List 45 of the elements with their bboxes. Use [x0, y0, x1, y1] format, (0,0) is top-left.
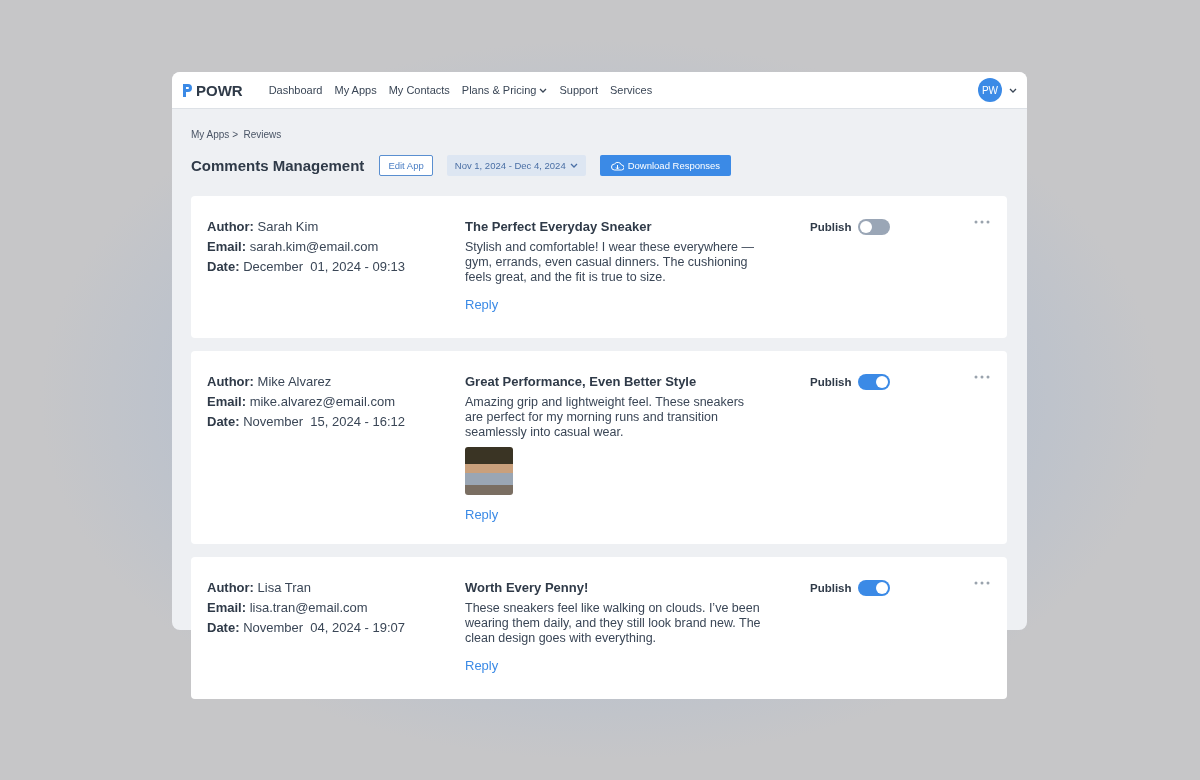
- nav-link[interactable]: Services: [609, 84, 653, 96]
- review-title: Great Performance, Even Better Style: [465, 374, 698, 389]
- nav-link[interactable]: Dashboard: [268, 84, 323, 96]
- email-text: Email: mike.alvarez@email.com: [207, 394, 397, 409]
- nav-link[interactable]: My Contacts: [388, 84, 450, 96]
- author-text: Author: Sarah Kim: [207, 219, 320, 234]
- date-range-dropdown[interactable]: Nov 1, 2024 - Dec 4, 2024: [446, 155, 586, 176]
- date-text: Date: November 15, 2024 - 16:12: [207, 414, 406, 429]
- review-title: Worth Every Penny!: [465, 580, 590, 595]
- nav-link[interactable]: My Apps: [334, 84, 377, 96]
- reply-link[interactable]: Reply: [465, 297, 499, 312]
- caret-icon: [569, 163, 578, 168]
- review-title: The Perfect Everyday Sneaker: [465, 219, 653, 234]
- more-options-icon[interactable]: [974, 220, 990, 224]
- cloud-download-icon: [610, 160, 624, 171]
- author-text: Author: Mike Alvarez: [207, 374, 333, 389]
- more-options-icon[interactable]: [974, 375, 990, 379]
- author-text: Author: Lisa Tran: [207, 580, 313, 595]
- publish-label: Publish: [810, 221, 852, 233]
- review-text: Amazing grip and lightweight feel. These sneakers are perfect for my morning runs and transition seamlessly into casual wear.: [465, 395, 746, 440]
- date-text: Date: November 04, 2024 - 19:07: [207, 620, 406, 635]
- caret-icon: [539, 87, 548, 93]
- avatar[interactable]: PW: [978, 78, 1002, 102]
- edit-app-button[interactable]: Edit App: [379, 155, 433, 176]
- review-text: These sneakers feel like walking on clouds. I’ve been wearing them daily, and they still look brand new. The clean design goes with everything.: [465, 601, 762, 646]
- download-button[interactable]: Download Responses: [599, 155, 732, 176]
- reply-link[interactable]: Reply: [465, 507, 499, 522]
- breadcrumb: My Apps > Reviews: [191, 129, 283, 140]
- reply-link[interactable]: Reply: [465, 658, 499, 673]
- email-text: Email: sarah.kim@email.com: [207, 239, 380, 254]
- nav-link[interactable]: Plans & Pricing: [461, 84, 548, 96]
- review-text: Stylish and comfortable! I wear these everywhere —gym, errands, even casual dinners. The cushioning feels great, and the fit is true to size.: [465, 240, 756, 285]
- more-options-icon[interactable]: [974, 581, 990, 585]
- email-text: Email: lisa.tran@email.com: [207, 600, 369, 615]
- caret-icon[interactable]: [1009, 87, 1017, 93]
- date-text: Date: December 01, 2024 - 09:13: [207, 259, 406, 274]
- logo-icon: [181, 82, 193, 98]
- publish-label: Publish: [810, 582, 852, 594]
- publish-toggle[interactable]: [857, 580, 890, 596]
- logo-text: POWR: [196, 81, 243, 99]
- nav-link[interactable]: Support: [559, 84, 598, 96]
- publish-toggle[interactable]: [857, 219, 890, 235]
- publish-label: Publish: [810, 376, 852, 388]
- publish-toggle[interactable]: [857, 374, 890, 390]
- page-title: Comments Management: [191, 157, 365, 174]
